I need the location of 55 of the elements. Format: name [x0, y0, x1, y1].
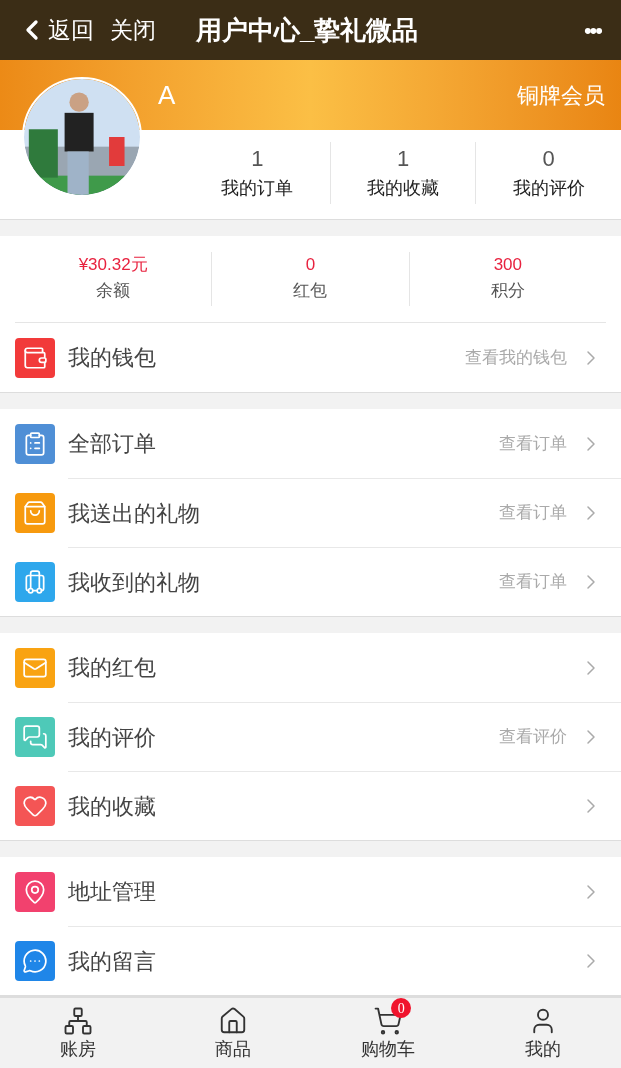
hierarchy-icon — [62, 1006, 93, 1036]
more-button[interactable]: ••• — [583, 13, 605, 47]
menu-row[interactable]: 全部订单 查看订单 — [0, 409, 621, 478]
location-pin-icon — [15, 871, 55, 912]
envelope-icon — [15, 647, 55, 688]
asset-value: ¥30.32元 — [78, 254, 148, 276]
menu-row[interactable]: 地址管理 — [0, 857, 621, 926]
stat-count: 1 — [396, 145, 410, 173]
menu-label: 我的留言 — [68, 947, 156, 976]
menu-label: 我的红包 — [68, 654, 156, 682]
user-name: A — [158, 78, 176, 112]
message-icon — [15, 940, 55, 981]
page-title: 用户中心_挚礼微品 — [196, 13, 419, 47]
menu-row[interactable]: 我的留言 — [0, 926, 621, 995]
stat-label: 我的评价 — [512, 177, 585, 200]
menu-row[interactable]: 我收到的礼物 查看订单 — [0, 547, 621, 616]
menu-hint: 查看评价 — [499, 726, 567, 749]
cart-badge: 0 — [391, 998, 412, 1018]
menu-hint: 查看订单 — [499, 432, 567, 455]
stat-label: 我的订单 — [221, 177, 294, 200]
menu-label: 地址管理 — [68, 878, 156, 906]
back-button[interactable]: 返回 — [16, 12, 94, 48]
menu-label: 我收到的礼物 — [68, 568, 200, 597]
menu-row[interactable]: 我的评价 查看评价 — [0, 702, 621, 771]
menu-label: 全部订单 — [68, 430, 156, 458]
menu-hint: 查看订单 — [499, 502, 567, 525]
menu-row[interactable]: 我的红包 — [0, 633, 621, 702]
suitcase-icon — [15, 561, 55, 602]
menu-label: 我的评价 — [68, 723, 156, 752]
asset-value: 300 — [493, 254, 522, 276]
wallet-icon — [15, 337, 55, 378]
menu-label: 我的收藏 — [68, 792, 156, 821]
menu-row[interactable]: 我的收藏 — [0, 771, 621, 840]
asset-label: 积分 — [490, 279, 525, 302]
tab-item[interactable]: 我的 — [465, 998, 621, 1068]
member-level: 铜牌会员 — [517, 81, 605, 110]
asset-value: 0 — [305, 254, 316, 276]
tab-item[interactable]: 0 购物车 — [310, 998, 466, 1068]
stat-count: 0 — [542, 145, 555, 173]
asset-label: 红包 — [293, 279, 328, 302]
stat-count: 1 — [251, 145, 264, 173]
tab-item[interactable]: 商品 — [155, 998, 311, 1068]
menu-row[interactable]: 我送出的礼物 查看订单 — [0, 478, 621, 547]
menu-hint: 查看订单 — [499, 571, 567, 594]
bag-icon — [15, 492, 55, 533]
menu-label: 我的钱包 — [68, 344, 156, 372]
chat-icon — [15, 716, 55, 757]
menu-hint: 查看我的钱包 — [465, 346, 567, 369]
tab-item[interactable]: 账房 — [0, 998, 156, 1068]
asset-label: 余额 — [96, 279, 131, 302]
menu-row[interactable]: 我的钱包 查看我的钱包 — [0, 323, 621, 392]
menu-label: 我送出的礼物 — [68, 499, 200, 528]
stat-label: 我的收藏 — [367, 177, 439, 200]
clipboard-icon — [15, 423, 55, 464]
close-button[interactable]: 关闭 — [110, 12, 156, 48]
